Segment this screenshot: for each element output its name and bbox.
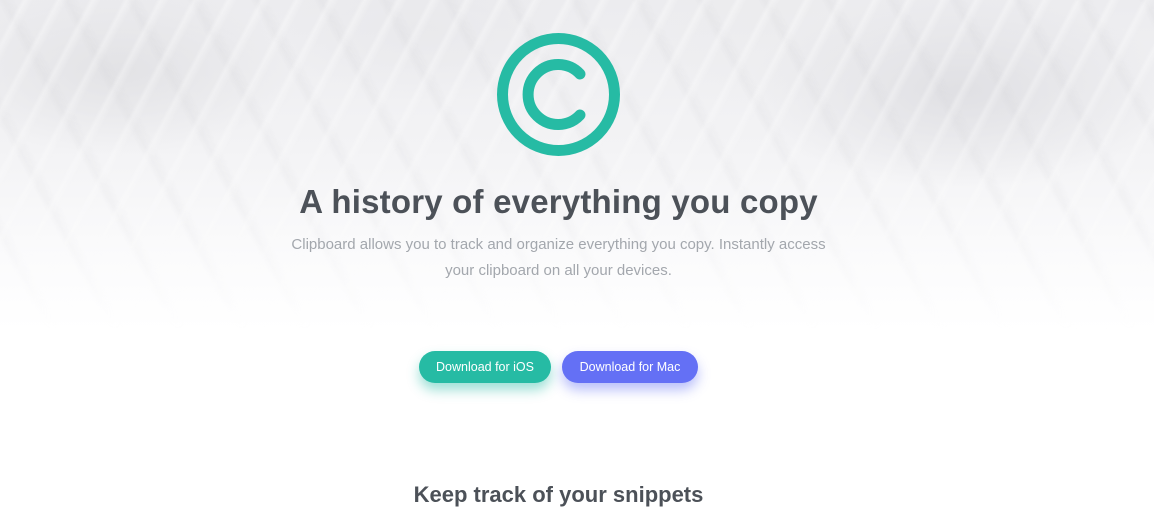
page: A history of everything you copy Clipboa…: [0, 0, 1154, 530]
section-title: Keep track of your snippets: [413, 482, 704, 507]
download-mac-button[interactable]: Download for Mac: [562, 351, 698, 383]
download-ios-button[interactable]: Download for iOS: [419, 351, 551, 383]
copyright-icon: [497, 33, 620, 156]
hero-title: A history of everything you copy: [299, 183, 818, 220]
hero-description: Clipboard allows you to track and organi…: [291, 236, 826, 279]
